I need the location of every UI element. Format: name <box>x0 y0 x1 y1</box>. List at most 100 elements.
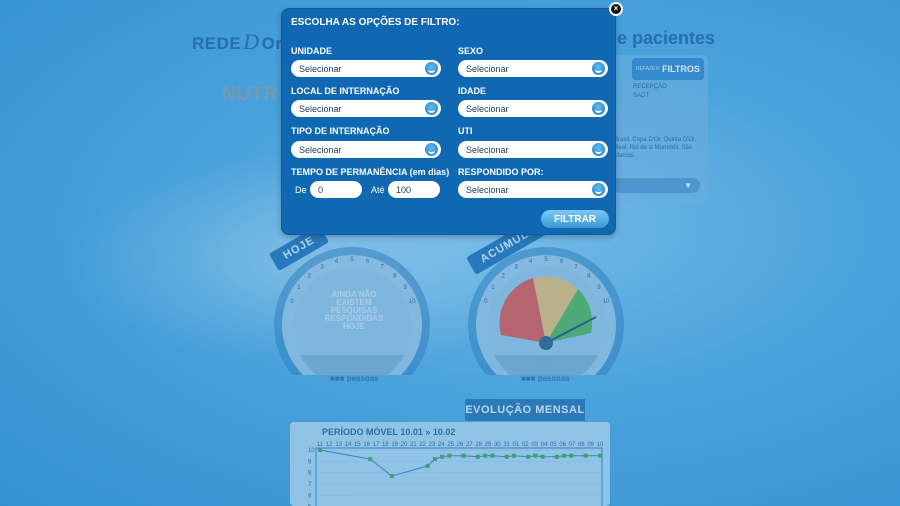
x-tick-label: 18 <box>382 442 389 448</box>
x-tick-label: 03 <box>531 442 538 448</box>
brand-text-suffix: Or <box>261 34 283 53</box>
x-tick-label: 13 <box>335 442 342 448</box>
data-point <box>511 453 516 458</box>
y-tick-label: 10 <box>308 448 315 454</box>
uti-select[interactable]: Selecionar <box>458 141 608 158</box>
x-tick-label: 12 <box>326 442 333 448</box>
dropdown-icon <box>592 62 605 75</box>
respondido-value: Selecionar <box>466 184 509 195</box>
data-point <box>432 457 437 462</box>
x-tick-label: 19 <box>391 442 398 448</box>
panel-category: RECEPÇÃO <box>633 84 667 90</box>
evolution-line-chart: 11 12 13 14 15 16 17 18 19 20 21 22 23 24 25 26 27 28 29 30… <box>308 442 604 506</box>
gauge-hub <box>539 336 553 350</box>
section-title: NUTR <box>222 84 279 105</box>
tipo-value: Selecionar <box>299 144 342 155</box>
sexo-value: Selecionar <box>466 63 509 74</box>
panel-category: SADT <box>633 93 650 99</box>
de-label: De <box>295 185 307 195</box>
close-icon: × <box>613 4 619 13</box>
data-point <box>425 463 430 468</box>
no-responses-message: AINDA NÃO EXISTEM PESQUISAS RESPONDIDAS … <box>324 290 384 331</box>
close-button[interactable]: × <box>609 2 623 16</box>
dropdown-icon <box>592 183 605 196</box>
x-tick-label: 26 <box>457 442 464 448</box>
x-tick-label: 29 <box>485 442 492 448</box>
x-tick-label: 16 <box>363 442 370 448</box>
y-tick-label: 9 <box>308 459 312 465</box>
x-tick-label: 27 <box>466 442 473 448</box>
brand-text: REDE <box>192 34 242 53</box>
panel-description: Brasil, Copa D'Or, Quinta D'Or, Real, Ri… <box>614 137 697 159</box>
permanencia-label: TEMPO DE PERMANÊNCIA (em dias) <box>291 167 450 177</box>
refazer-label: REFAZER <box>636 66 660 72</box>
x-tick-label: 11 <box>317 442 324 448</box>
x-tick-label: 22 <box>419 442 426 448</box>
data-point <box>368 457 373 462</box>
gauge-tick-label: 10 <box>603 299 610 305</box>
ate-label: Até <box>371 185 385 195</box>
data-point <box>318 448 322 452</box>
uti-label: UTI <box>458 126 473 136</box>
idade-label: IDADE <box>458 86 487 96</box>
dropdown-icon <box>592 143 605 156</box>
y-tick-label: 8 <box>308 471 312 477</box>
panel-categories: RECEPÇÃO SADT <box>633 83 667 101</box>
respondido-label: RESPONDIDO POR: <box>458 167 544 177</box>
data-point <box>526 454 531 459</box>
data-point <box>490 453 495 458</box>
y-tick-label: 7 <box>308 482 312 488</box>
unidade-label: UNIDADE <box>291 46 333 56</box>
data-point <box>504 454 509 459</box>
x-tick-label: 24 <box>438 442 445 448</box>
y-tick-label: 6 <box>308 493 312 499</box>
x-tick-label: 25 <box>447 442 454 448</box>
brand-logo: REDED Or <box>192 29 282 55</box>
local-select[interactable]: Selecionar <box>291 100 441 117</box>
page-headline: e pacientes <box>617 28 716 48</box>
dropdown-icon <box>425 102 438 115</box>
chevron-down-icon: ▼ <box>684 181 692 190</box>
data-point <box>475 454 480 459</box>
data-point <box>569 453 574 458</box>
filtrar-button[interactable]: FILTRAR <box>541 210 609 228</box>
x-tick-label: 30 <box>494 442 501 448</box>
data-point <box>540 454 545 459</box>
filter-modal: ESCOLHA AS OPÇÕES DE FILTRO: × UNIDADE S… <box>281 2 623 235</box>
x-tick-label: 02 <box>522 442 529 448</box>
filtros-label: FILTROS <box>662 64 700 74</box>
dropdown-icon <box>592 102 605 115</box>
modal-title: ESCOLHA AS OPÇÕES DE FILTRO: <box>291 17 460 28</box>
x-tick-label: 04 <box>541 442 548 448</box>
x-tick-label: 17 <box>373 442 380 448</box>
sexo-select[interactable]: Selecionar <box>458 60 608 77</box>
x-tick-label: 01 <box>513 442 520 448</box>
x-tick-label: 06 <box>559 442 566 448</box>
accumulated-count: 788 <box>531 352 555 368</box>
local-value: Selecionar <box>299 103 342 114</box>
brand-mark: D <box>243 29 260 54</box>
idade-select[interactable]: Selecionar <box>458 100 608 117</box>
x-tick-label: 10 <box>597 442 604 448</box>
refazer-filtros-button[interactable]: REFAZER FILTROS <box>632 58 704 80</box>
data-point <box>389 474 394 479</box>
data-point <box>533 453 538 458</box>
dropdown-icon <box>425 62 438 75</box>
people-label-hoje: ■■■ pessoas <box>330 374 379 383</box>
local-label: LOCAL DE INTERNAÇÃO <box>291 86 400 96</box>
ate-input[interactable]: 100 <box>388 181 440 198</box>
evolucao-mensal-button[interactable]: EVOLUÇÃO MENSAL <box>465 399 585 421</box>
unidade-value: Selecionar <box>299 63 342 74</box>
tipo-select[interactable]: Selecionar <box>291 141 441 158</box>
people-icon: ■■■ <box>330 374 347 383</box>
x-tick-label: 31 <box>503 442 510 448</box>
panel-select[interactable]: ▼ <box>612 178 700 193</box>
unidade-select[interactable]: Selecionar <box>291 60 441 77</box>
people-icon: ■■■ <box>521 374 538 383</box>
respondido-select[interactable]: Selecionar <box>458 181 608 198</box>
de-input[interactable]: 0 <box>310 181 362 198</box>
x-tick-label: 23 <box>429 442 436 448</box>
x-tick-label: 09 <box>587 442 594 448</box>
gauge-tick-label: 10 <box>409 299 416 305</box>
uti-value: Selecionar <box>466 144 509 155</box>
